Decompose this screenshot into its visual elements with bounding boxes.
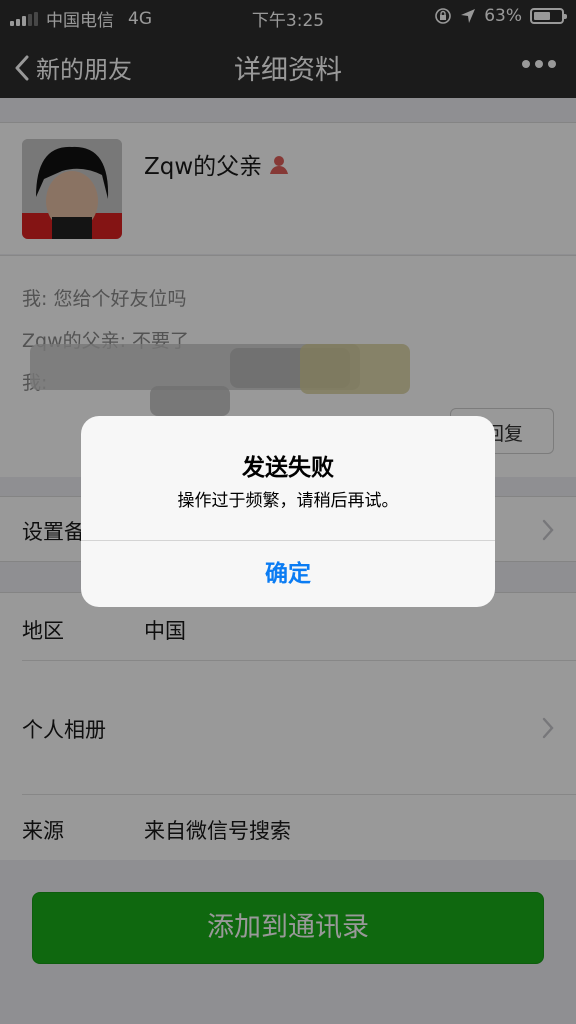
alert-message: 操作过于频繁，请稍后再试。 [177,491,399,511]
confirm-button[interactable]: 确定 [81,541,495,607]
alert-title: 发送失败 [242,455,334,481]
alert-dialog: 发送失败 操作过于频繁，请稍后再试。 确定 [81,416,495,607]
